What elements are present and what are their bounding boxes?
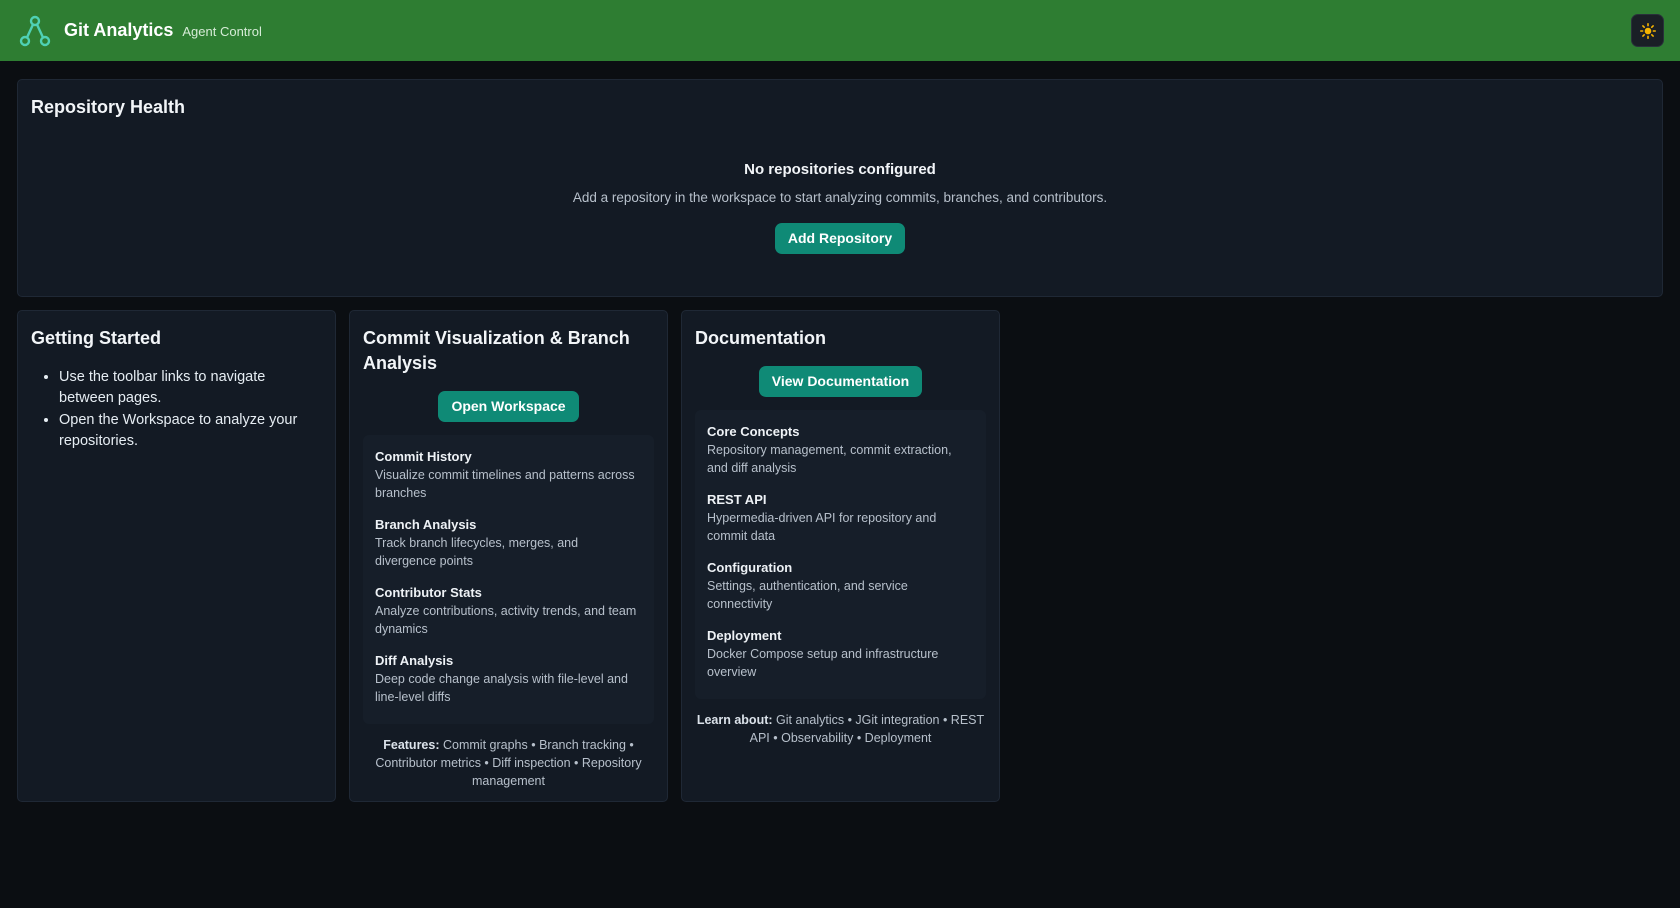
sun-icon — [1639, 22, 1656, 39]
topic-title: REST API — [707, 492, 767, 507]
feature-description: Track branch lifecycles, merges, and div… — [375, 536, 579, 568]
repository-health-card: Repository Health No repositories config… — [17, 79, 1663, 297]
list-item: Deployment Docker Compose setup and infr… — [707, 627, 974, 681]
commit-visualization-card: Commit Visualization & Branch Analysis O… — [349, 310, 668, 802]
feature-title: Diff Analysis — [375, 653, 454, 668]
list-item: Contributor Stats Analyze contributions,… — [375, 584, 642, 638]
list-item: Diff Analysis Deep code change analysis … — [375, 652, 642, 706]
git-branch-logo-icon — [19, 15, 51, 46]
open-workspace-button[interactable]: Open Workspace — [438, 391, 579, 422]
app-title: Git Analytics — [64, 20, 174, 40]
topic-description: Repository management, commit extraction… — [707, 443, 952, 475]
feature-title: Contributor Stats — [375, 585, 482, 600]
topic-description: Docker Compose setup and infrastructure … — [707, 647, 939, 679]
learn-about-summary: Learn about: Git analytics • JGit integr… — [695, 711, 986, 747]
documentation-topics-panel: Core Concepts Repository management, com… — [695, 410, 986, 699]
list-item: REST API Hypermedia-driven API for repos… — [707, 491, 974, 545]
list-item: Open the Workspace to analyze your repos… — [59, 410, 322, 452]
learn-about-text: Git analytics • JGit integration • REST … — [749, 713, 985, 745]
topic-title: Core Concepts — [707, 424, 800, 439]
list-item: Commit History Visualize commit timeline… — [375, 448, 642, 502]
view-documentation-button[interactable]: View Documentation — [758, 366, 923, 397]
list-item: Core Concepts Repository management, com… — [707, 423, 974, 477]
feature-description: Deep code change analysis with file-leve… — [375, 672, 628, 704]
repository-health-title: Repository Health — [31, 97, 186, 117]
features-panel: Commit History Visualize commit timeline… — [363, 435, 654, 724]
empty-state-title: No repositories configured — [744, 161, 936, 178]
feature-description: Analyze contributions, activity trends, … — [375, 604, 637, 636]
app-subtitle: Agent Control — [182, 24, 262, 39]
commit-visualization-title: Commit Visualization & Branch Analysis — [363, 328, 630, 373]
list-item: Branch Analysis Track branch lifecycles,… — [375, 516, 642, 570]
feature-description: Visualize commit timelines and patterns … — [375, 468, 635, 500]
list-item: Use the toolbar links to navigate betwee… — [59, 367, 322, 409]
top-bar: Git Analytics Agent Control — [0, 0, 1680, 61]
documentation-title: Documentation — [695, 328, 827, 348]
features-summary-label: Features: — [383, 738, 440, 752]
theme-toggle-button[interactable] — [1631, 14, 1664, 47]
documentation-card: Documentation View Documentation Core Co… — [681, 310, 1000, 802]
topic-title: Deployment — [707, 628, 782, 643]
add-repository-button[interactable]: Add Repository — [774, 223, 906, 254]
topic-title: Configuration — [707, 560, 793, 575]
getting-started-card: Getting Started Use the toolbar links to… — [17, 310, 336, 802]
feature-title: Branch Analysis — [375, 517, 477, 532]
learn-about-label: Learn about: — [696, 713, 773, 727]
getting-started-title: Getting Started — [31, 328, 162, 348]
topic-description: Hypermedia-driven API for repository and… — [707, 511, 937, 543]
list-item: Configuration Settings, authentication, … — [707, 559, 974, 613]
getting-started-list: Use the toolbar links to navigate betwee… — [31, 367, 322, 452]
empty-state: No repositories configured Add a reposit… — [18, 161, 1662, 254]
topic-description: Settings, authentication, and service co… — [707, 579, 908, 611]
feature-title: Commit History — [375, 449, 472, 464]
features-summary: Features: Commit graphs • Branch trackin… — [363, 736, 654, 790]
empty-state-description: Add a repository in the workspace to sta… — [572, 190, 1108, 205]
